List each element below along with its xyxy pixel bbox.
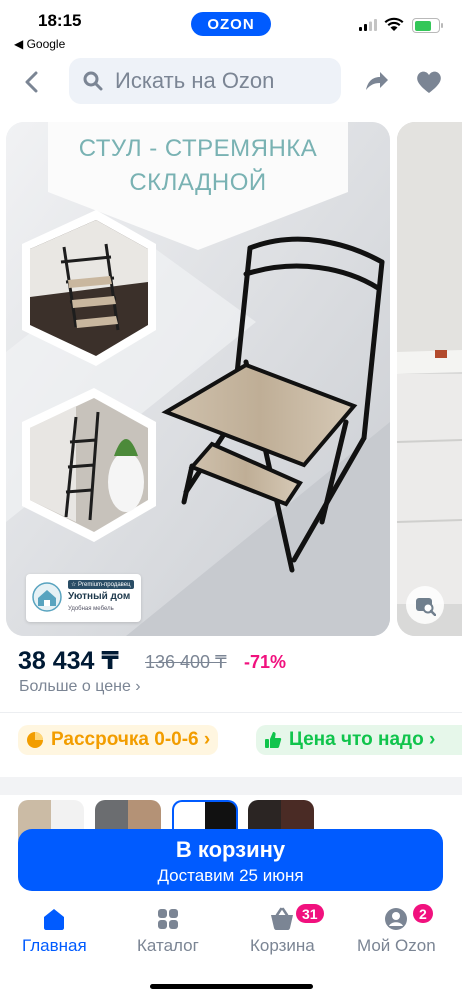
profile-badge: 2 — [413, 904, 433, 923]
app-name-pill: OZON — [191, 12, 271, 36]
nav-home[interactable]: Главная — [22, 906, 87, 956]
house-logo-icon — [32, 582, 62, 612]
image-search-button[interactable] — [406, 586, 444, 624]
old-price: 136 400 ₸ — [145, 652, 227, 672]
divider — [0, 712, 462, 713]
seller-tagline: Удобная мебель — [68, 606, 114, 612]
cart-count-badge: 31 — [296, 904, 324, 923]
chevron-left-icon — [25, 71, 38, 93]
installment-chip[interactable]: Рассрочка 0-0-6 › — [18, 725, 219, 755]
home-indicator — [150, 984, 313, 989]
battery-icon — [412, 18, 440, 33]
current-price: 38 434 ₸ — [18, 647, 119, 675]
search-input[interactable]: Искать на Ozon — [69, 58, 341, 104]
nav-home-label: Главная — [22, 936, 87, 955]
share-icon[interactable] — [362, 68, 390, 96]
status-bar: 18:15 ◀ Google OZON — [0, 0, 462, 56]
signal-icon — [359, 19, 377, 31]
nav-catalog[interactable]: Каталог — [137, 906, 199, 956]
add-to-cart-button[interactable]: В корзину Доставим 25 июня — [18, 829, 443, 891]
cart-icon — [271, 907, 294, 930]
heart-icon[interactable] — [415, 69, 443, 95]
pie-clock-icon — [27, 732, 43, 748]
search-placeholder: Искать на Ozon — [115, 68, 275, 93]
top-bar: Искать на Ozon — [0, 58, 462, 106]
thumbs-up-icon — [265, 732, 282, 748]
fair-price-chip[interactable]: Цена что надо › — [256, 725, 462, 755]
back-to-google-link[interactable]: ◀ Google — [14, 37, 65, 51]
add-to-cart-label: В корзину — [175, 837, 286, 862]
seller-name: Уютный дом — [68, 591, 131, 602]
nav-cart-label: Корзина — [250, 936, 315, 955]
seller-badge: ☆ Premium-продавец Уютный дом Удобная ме… — [26, 574, 141, 622]
nav-profile-label: Мой Ozon — [357, 936, 436, 955]
banner-title: СТУЛ - СТРЕМЯНКА СКЛАДНОЙ — [6, 132, 390, 200]
banner-line-2: СКЛАДНОЙ — [129, 169, 267, 196]
nav-cart[interactable]: Корзина 31 — [250, 904, 324, 956]
more-about-price-link[interactable]: Больше о цене › — [19, 678, 141, 696]
gallery-next-image[interactable] — [397, 122, 462, 636]
delivery-date: Доставим 25 июня — [157, 866, 304, 885]
product-image-gallery[interactable]: СТУЛ - СТРЕМЯНКА СКЛАДНОЙ ☆ Premium-прод… — [6, 122, 390, 636]
kitchen-photo — [397, 122, 462, 636]
nav-profile[interactable]: Мой Ozon 2 — [357, 904, 436, 956]
banner-line-1: СТУЛ - СТРЕМЯНКА — [78, 135, 318, 162]
discount-percent: -71% — [244, 652, 287, 672]
back-button[interactable] — [18, 68, 46, 96]
premium-seller-tag: ☆ Premium-продавец — [68, 580, 134, 589]
installment-label: Рассрочка 0-0-6 › — [51, 729, 211, 750]
fair-price-label: Цена что надо › — [289, 729, 436, 750]
search-icon — [83, 71, 103, 91]
camera-search-icon — [416, 598, 436, 616]
grid-icon — [157, 909, 178, 929]
nav-catalog-label: Каталог — [137, 936, 199, 955]
section-separator — [0, 777, 462, 795]
home-icon — [44, 909, 65, 930]
wifi-icon — [384, 17, 404, 31]
status-time: 18:15 — [38, 11, 82, 30]
profile-icon — [385, 908, 408, 930]
